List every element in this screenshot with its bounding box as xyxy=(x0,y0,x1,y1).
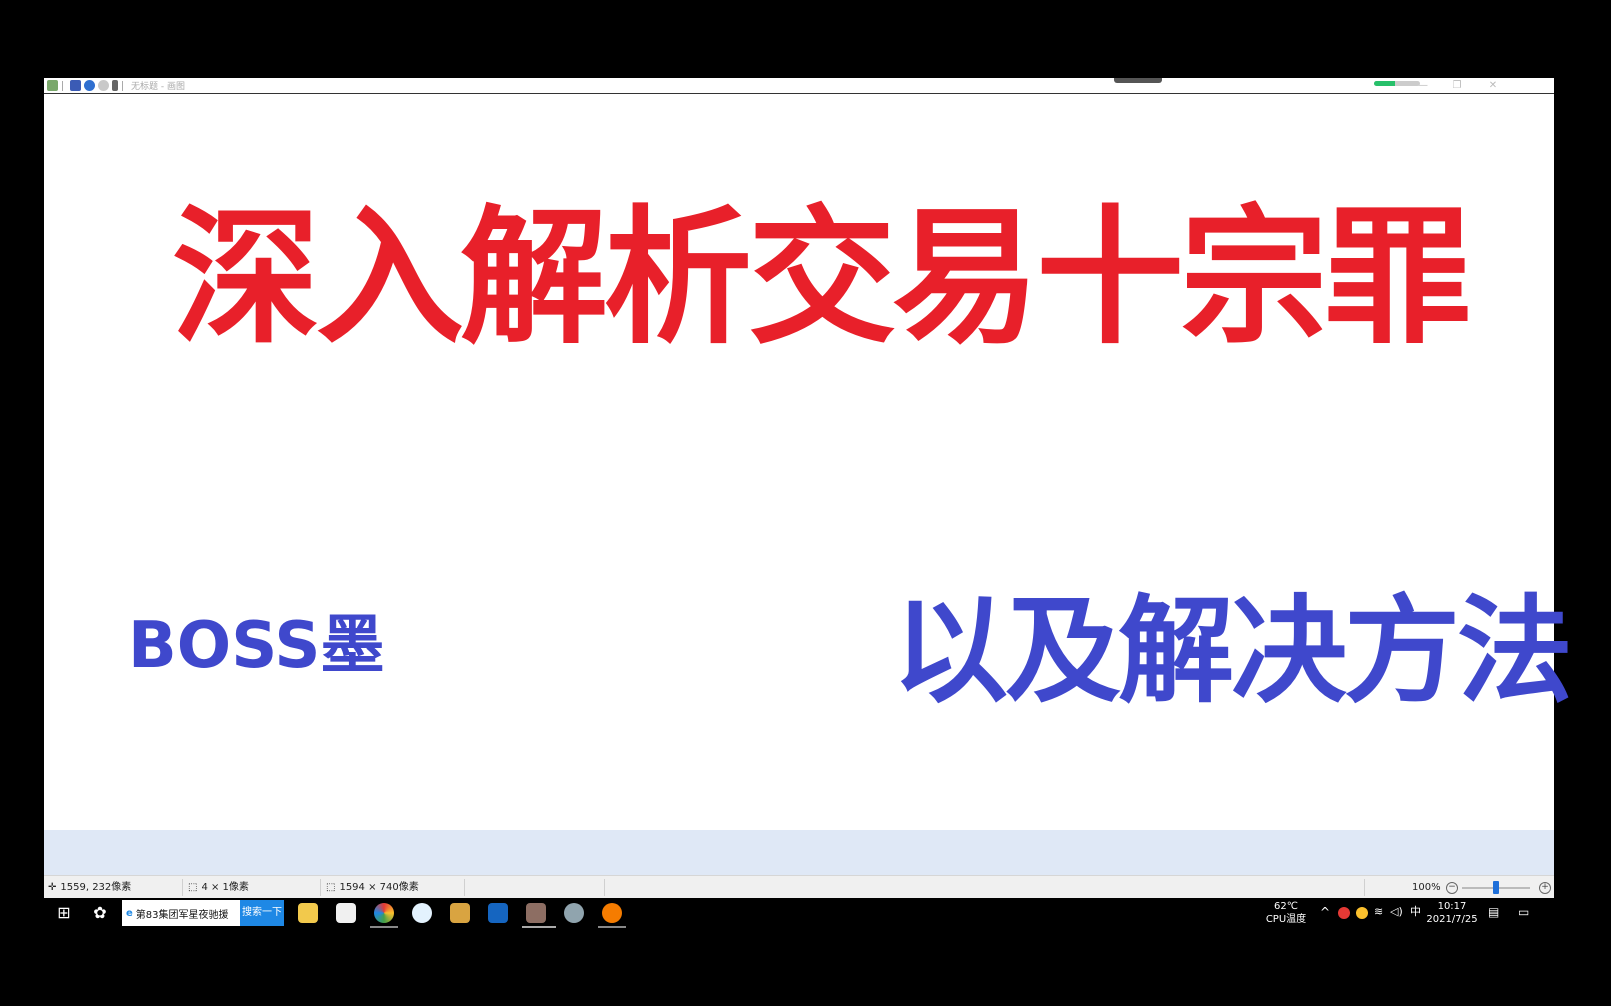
image-size: 1594 × 740像素 xyxy=(339,882,419,893)
taskbar: ⊞ ✿ e 第83集团军星夜驰援 搜索一下 62℃ CPU温度 ^ ≋ ◁) 中… xyxy=(44,898,1554,928)
windows-start-icon[interactable]: ⊞ xyxy=(54,903,74,923)
tool-icon[interactable] xyxy=(564,903,584,923)
zoom-out-button[interactable]: − xyxy=(1446,882,1458,894)
paint-icon[interactable] xyxy=(526,903,546,923)
app-launcher-icon[interactable]: ✿ xyxy=(90,903,110,923)
save-icon[interactable] xyxy=(70,80,81,91)
clock-time[interactable]: 10:17 xyxy=(1426,901,1478,913)
recorder-icon[interactable] xyxy=(602,903,622,923)
drawing-canvas[interactable]: 深入解析交易十宗罪 BOSS墨 以及解决方法 xyxy=(44,94,1573,830)
taskbar-active-indicator xyxy=(598,926,626,928)
notes-icon[interactable]: ▤ xyxy=(1488,906,1499,918)
progress-fill xyxy=(1374,81,1395,86)
selection-size-icon: ⬚ xyxy=(188,882,198,893)
taskbar-active-indicator xyxy=(522,926,556,928)
canvas-work-area xyxy=(44,830,1554,875)
cpu-temperature-label: CPU温度 xyxy=(1265,914,1307,925)
search-input[interactable]: 第83集团军星夜驰援 xyxy=(136,906,229,921)
ime-indicator[interactable]: 中 xyxy=(1410,906,1421,918)
minimize-button[interactable]: — xyxy=(1406,78,1440,93)
network-icon[interactable]: ≋ xyxy=(1374,906,1383,918)
redo-icon[interactable] xyxy=(98,80,109,91)
browser-icon[interactable] xyxy=(412,903,432,923)
toolbar-separator xyxy=(62,80,63,91)
messaging-icon[interactable] xyxy=(488,903,508,923)
search-button[interactable]: 搜索一下 xyxy=(240,900,284,926)
ie-icon: e xyxy=(126,907,133,919)
undo-icon[interactable] xyxy=(84,80,95,91)
window-title: 无标题 - 画图 xyxy=(131,82,185,92)
action-center-icon[interactable]: ▭ xyxy=(1518,906,1529,918)
cursor-position-icon: ✛ xyxy=(48,882,57,893)
zoom-in-button[interactable]: + xyxy=(1539,882,1551,894)
image-size-icon: ⬚ xyxy=(326,882,336,893)
store-icon[interactable] xyxy=(336,903,356,923)
close-button[interactable]: ✕ xyxy=(1476,78,1510,93)
status-bar: ✛ 1559, 232像素 ⬚ 4 × 1像素 ⬚ 1594 × 740像素 1… xyxy=(44,875,1554,899)
paint-window: 无标题 - 画图 — ❐ ✕ 深入解析交易十宗罪 BOSS墨 以及解决方法 ✛ … xyxy=(44,78,1573,899)
status-divider xyxy=(464,879,465,896)
canvas-author-text: BOSS墨 xyxy=(128,609,385,683)
canvas-title-text: 深入解析交易十宗罪 xyxy=(172,192,1472,364)
customize-toolbar-icon[interactable] xyxy=(112,80,118,91)
clock-date[interactable]: 2021/7/25 xyxy=(1426,914,1478,926)
zoom-level: 100% xyxy=(1412,882,1441,893)
tray-app-icon[interactable] xyxy=(1356,907,1368,919)
tray-app-icon[interactable] xyxy=(1338,907,1350,919)
cpu-temperature: 62℃ xyxy=(1274,901,1298,912)
zoom-slider-thumb[interactable] xyxy=(1493,881,1499,894)
maximize-button[interactable]: ❐ xyxy=(1440,78,1474,93)
taskbar-active-indicator xyxy=(370,926,398,928)
paint-app-icon[interactable] xyxy=(47,80,58,91)
canvas-subtitle-text: 以及解决方法 xyxy=(892,584,1573,719)
status-divider xyxy=(1364,879,1365,896)
title-bar: 无标题 - 画图 — ❐ ✕ xyxy=(44,78,1554,94)
toolbar-separator xyxy=(122,80,123,91)
status-divider xyxy=(604,879,605,896)
cursor-position: 1559, 232像素 xyxy=(60,882,132,893)
search-box[interactable]: e 第83集团军星夜驰援 xyxy=(122,900,240,926)
file-explorer-icon[interactable] xyxy=(298,903,318,923)
ribbon-toggle-handle[interactable] xyxy=(1114,78,1162,83)
volume-icon[interactable]: ◁) xyxy=(1390,906,1403,918)
status-divider xyxy=(182,879,183,896)
status-divider xyxy=(320,879,321,896)
chrome-icon[interactable] xyxy=(374,903,394,923)
app-icon[interactable] xyxy=(450,903,470,923)
tray-expand-icon[interactable]: ^ xyxy=(1320,906,1330,918)
selection-size: 4 × 1像素 xyxy=(201,882,249,893)
